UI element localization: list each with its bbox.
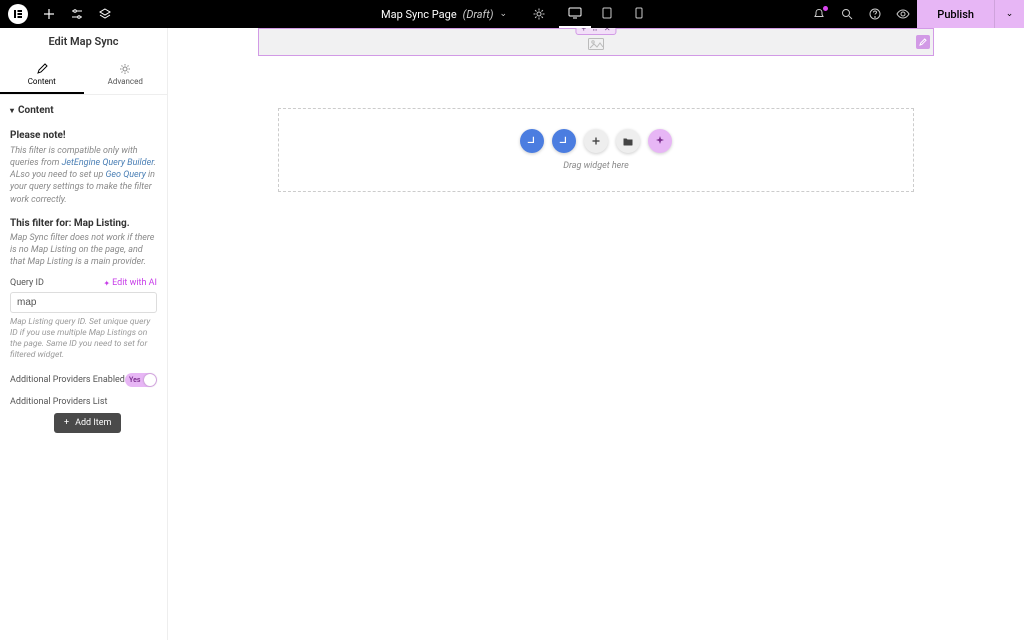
- notification-dot: [823, 6, 828, 11]
- section-controls: + ⠿ ✕: [575, 28, 616, 35]
- filter-for-title: This filter for: Map Listing.: [10, 218, 157, 229]
- image-placeholder-icon: [588, 38, 604, 50]
- page-title-selector[interactable]: Map Sync Page (Draft) ⌄: [369, 0, 519, 28]
- toggle-knob: [144, 374, 156, 386]
- device-desktop[interactable]: [559, 0, 591, 28]
- section-drag-icon[interactable]: ⠿: [592, 28, 598, 33]
- drag-widget-label: Drag widget here: [563, 161, 629, 171]
- tab-advanced-label: Advanced: [84, 77, 168, 86]
- tab-content[interactable]: Content: [0, 55, 84, 94]
- please-note-body: This filter is compatible only with quer…: [10, 145, 157, 206]
- query-id-label: Query ID: [10, 278, 44, 288]
- chevron-down-icon: ⌄: [1006, 9, 1014, 19]
- section-content-label: Content: [18, 105, 54, 116]
- elementor-logo[interactable]: [8, 4, 28, 24]
- page-settings-icon[interactable]: [533, 8, 545, 20]
- section-content-toggle[interactable]: Content: [10, 95, 157, 124]
- pencil-icon: [0, 63, 84, 75]
- publish-button[interactable]: Publish: [917, 0, 994, 28]
- publish-dropdown[interactable]: ⌄: [994, 0, 1024, 28]
- toggle-yes-label: Yes: [129, 376, 140, 384]
- link-geo-query[interactable]: Geo Query: [105, 170, 145, 180]
- drop-action-1[interactable]: [520, 129, 544, 153]
- drop-area[interactable]: Drag widget here: [278, 108, 914, 192]
- query-id-input[interactable]: [10, 292, 157, 313]
- settings-sliders-icon[interactable]: [70, 8, 84, 20]
- drop-action-2[interactable]: [552, 129, 576, 153]
- addl-providers-enabled-toggle[interactable]: Yes: [125, 373, 157, 387]
- chevron-down-icon: ⌄: [499, 9, 507, 19]
- section-close-icon[interactable]: ✕: [604, 28, 611, 33]
- layers-icon[interactable]: [98, 8, 112, 20]
- drop-folder-button[interactable]: [616, 129, 640, 153]
- search-icon[interactable]: [833, 0, 861, 28]
- draft-badge: (Draft): [463, 8, 494, 21]
- device-mobile[interactable]: [623, 0, 655, 28]
- gear-icon: [84, 63, 168, 75]
- page-name: Map Sync Page: [381, 8, 457, 21]
- drop-ai-button[interactable]: [648, 129, 672, 153]
- preview-icon[interactable]: [889, 0, 917, 28]
- addl-providers-enabled-label: Additional Providers Enabled: [10, 375, 125, 385]
- section-edit-icon[interactable]: [916, 35, 930, 49]
- filter-for-note: Map Sync filter does not work if there i…: [10, 232, 157, 268]
- selected-section[interactable]: + ⠿ ✕: [258, 28, 934, 56]
- link-query-builder[interactable]: JetEngine Query Builder: [62, 158, 154, 168]
- tab-content-label: Content: [0, 77, 84, 86]
- drop-add-button[interactable]: [584, 129, 608, 153]
- panel-title: Edit Map Sync: [0, 28, 167, 55]
- addl-providers-list-label: Additional Providers List: [10, 397, 157, 407]
- tab-advanced[interactable]: Advanced: [84, 55, 168, 94]
- section-add-icon[interactable]: +: [581, 28, 586, 33]
- query-id-help: Map Listing query ID. Set unique query I…: [10, 317, 157, 361]
- add-icon[interactable]: [42, 8, 56, 20]
- device-tablet[interactable]: [591, 0, 623, 28]
- edit-with-ai-button[interactable]: Edit with AI: [103, 278, 157, 288]
- add-item-button[interactable]: Add Item: [54, 413, 121, 433]
- please-note-title: Please note!: [10, 130, 157, 141]
- notifications-icon[interactable]: [805, 0, 833, 28]
- help-icon[interactable]: [861, 0, 889, 28]
- canvas[interactable]: + ⠿ ✕ Drag wi: [168, 28, 1024, 640]
